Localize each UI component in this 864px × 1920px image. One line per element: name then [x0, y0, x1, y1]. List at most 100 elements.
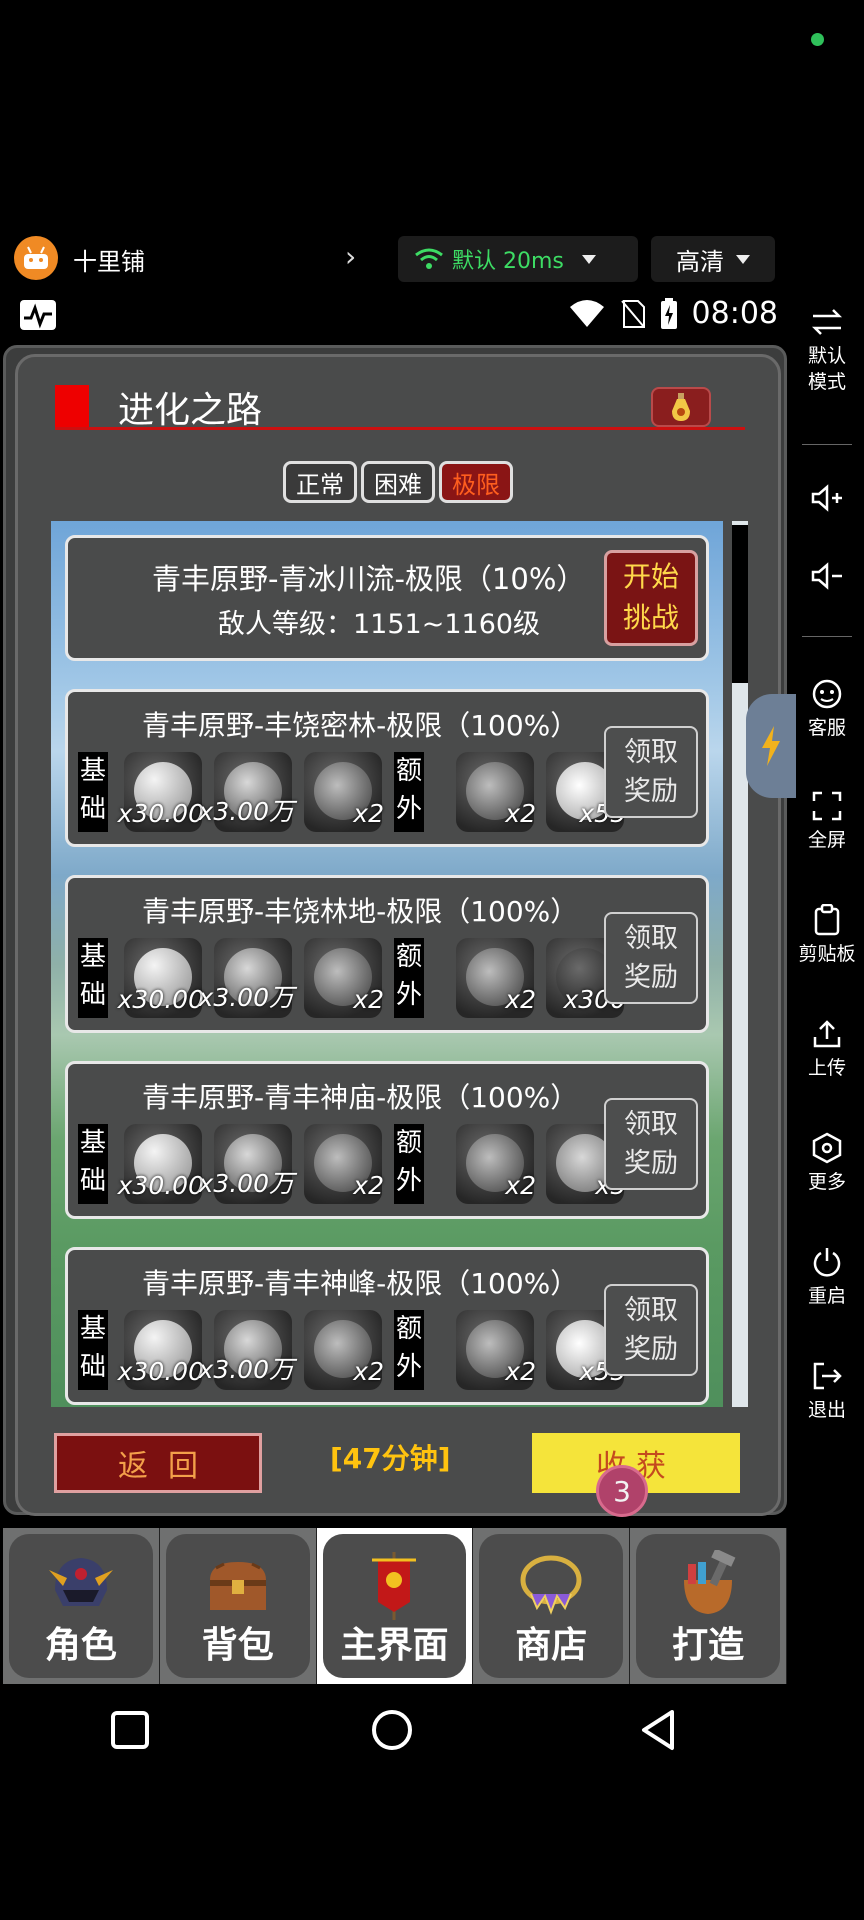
reward-slot[interactable]: x30.00: [118, 1310, 204, 1390]
game-bottom-nav: 角色 背包 主界面 商店 打造: [3, 1528, 787, 1684]
nav-backpack[interactable]: 背包: [159, 1528, 316, 1684]
side-item-label: 退出: [807, 1399, 846, 1421]
difficulty-tabs: 正常 困难 极限: [283, 461, 513, 503]
volume-up-icon: [809, 480, 845, 516]
network-selector[interactable]: 默认 20ms: [398, 236, 638, 282]
reward-slot[interactable]: x2: [456, 938, 536, 1018]
chevron-right-icon[interactable]: ›: [345, 240, 356, 273]
nav-character[interactable]: 角色: [3, 1528, 159, 1684]
cloud-top-bar: 十里铺 › 默认 20ms 高清: [0, 232, 864, 284]
status-bar: 08:08: [0, 292, 790, 342]
reward-quantity: x30.00: [117, 799, 204, 828]
side-item-clipboard[interactable]: 剪贴板: [790, 902, 864, 968]
base-reward-label: 基础: [78, 938, 108, 1018]
reward-slot[interactable]: x3.00万: [199, 752, 294, 832]
reward-slot[interactable]: x2: [304, 938, 384, 1018]
volume-down-icon: [809, 558, 845, 594]
tab-normal[interactable]: 正常: [283, 461, 357, 503]
stage-list[interactable]: 青丰原野-青冰川流-极限（10%） 敌人等级：1151~1160级 开始 挑战 …: [51, 521, 723, 1407]
evolution-panel: 进化之路 正常 困难 极限 青丰原野-青冰川流-极限（10%） 敌人等级：115…: [15, 354, 796, 1517]
fullscreen-icon: [809, 788, 845, 824]
reward-slot[interactable]: x2: [456, 1310, 536, 1390]
banner-icon: [372, 1552, 417, 1620]
nav-label: 角色: [44, 1625, 117, 1666]
reward-slot[interactable]: x3.00万: [199, 938, 294, 1018]
claim-reward-button[interactable]: 领取 奖励: [604, 1098, 698, 1190]
recent-apps-icon[interactable]: [110, 1710, 150, 1750]
reward-quantity: x3.00万: [198, 797, 294, 826]
side-item-label: 全屏: [807, 829, 846, 851]
button-text: 挑战: [622, 601, 679, 634]
nav-main[interactable]: 主界面: [316, 1528, 473, 1684]
tab-hard[interactable]: 困难: [361, 461, 435, 503]
base-reward-label: 基础: [78, 752, 108, 832]
base-reward-label: 基础: [78, 1124, 108, 1204]
extra-reward-label: 额外: [394, 1124, 424, 1204]
more-icon: [809, 1130, 845, 1166]
claim-reward-button[interactable]: 领取 奖励: [604, 726, 698, 818]
nav-craft[interactable]: 打造: [630, 1528, 786, 1684]
stage-title: 青丰原野-青丰神庙-极限（100%）: [142, 1081, 579, 1114]
reward-slot[interactable]: x2: [304, 752, 384, 832]
scrollbar-thumb[interactable]: [732, 525, 748, 683]
status-icons: 08:08: [568, 296, 778, 331]
start-challenge-button[interactable]: 开始 挑战: [604, 550, 698, 646]
chevron-down-icon: [581, 254, 596, 264]
app-android-icon[interactable]: [14, 236, 58, 280]
extra-reward-label: 额外: [394, 938, 424, 1018]
quality-label: 高清: [676, 247, 724, 276]
stage-title: 青丰原野-丰饶密林-极限（100%）: [142, 709, 579, 742]
restart-icon: [809, 1244, 845, 1280]
network-label: 默认 20ms: [452, 249, 564, 274]
reward-slot[interactable]: x2: [304, 1124, 384, 1204]
battery-charging-icon: [660, 297, 677, 329]
claim-reward-button[interactable]: 领取 奖励: [604, 912, 698, 1004]
side-item-support[interactable]: 客服: [790, 676, 864, 742]
divider: [802, 444, 852, 445]
stage-title: 青丰原野-青丰神峰-极限（100%）: [142, 1267, 579, 1300]
side-item-label: 更多: [807, 1171, 846, 1193]
reward-slot[interactable]: x2: [456, 752, 536, 832]
claim-reward-button[interactable]: 领取 奖励: [604, 1284, 698, 1376]
no-sim-icon: [620, 299, 645, 328]
side-item-mode[interactable]: 默认 模式: [790, 304, 864, 395]
reward-quantity: x2: [353, 799, 384, 828]
nav-shop[interactable]: 商店: [473, 1528, 630, 1684]
reward-quantity: x3.00万: [198, 1169, 294, 1198]
side-item-more[interactable]: 更多: [790, 1130, 864, 1196]
reward-quantity: x2: [353, 1357, 384, 1386]
back-button[interactable]: 返回: [54, 1433, 262, 1493]
reward-slot[interactable]: x3.00万: [199, 1310, 294, 1390]
reward-card: 青丰原野-丰饶林地-极限（100%）基础额外 x30.00 x3.00万 x2 x2 x3…: [65, 875, 709, 1033]
android-nav-bar: [0, 1700, 790, 1760]
reward-card: 青丰原野-青丰神庙-极限（100%）基础额外x30.00x3.00万x2x2x5…: [65, 1061, 709, 1219]
side-item-upload[interactable]: 上传: [790, 1016, 864, 1082]
tab-extreme[interactable]: 极限: [439, 461, 513, 503]
potion-button[interactable]: [651, 387, 711, 427]
necklace-icon: [520, 1555, 582, 1615]
clipboard-icon: [809, 902, 845, 938]
forge-bag-icon: [684, 1550, 736, 1614]
wifi-icon: [569, 299, 604, 327]
side-item-restart[interactable]: 重启: [790, 1244, 864, 1310]
reward-quantity: x3.00万: [198, 1355, 294, 1384]
app-name[interactable]: 十里铺: [73, 242, 145, 277]
reward-slot[interactable]: x30.00: [118, 752, 204, 832]
side-item-exit[interactable]: 退出: [790, 1358, 864, 1424]
side-item-label: 上传: [807, 1057, 846, 1079]
reward-slot[interactable]: x2: [456, 1124, 536, 1204]
reward-quantity: x2: [353, 1171, 384, 1200]
clock: 08:08: [691, 296, 778, 331]
reward-slot[interactable]: x2: [304, 1310, 384, 1390]
challenge-title: 青丰原野-青冰川流-极限（10%）: [152, 562, 586, 596]
home-icon[interactable]: [370, 1708, 414, 1752]
quick-side-tab[interactable]: [746, 694, 796, 798]
back-icon[interactable]: [638, 1708, 678, 1752]
reward-slot[interactable]: x30.00: [118, 938, 204, 1018]
side-item-volume-up[interactable]: [790, 480, 864, 520]
side-item-fullscreen[interactable]: 全屏: [790, 788, 864, 854]
reward-slot[interactable]: x30.00: [118, 1124, 204, 1204]
quality-selector[interactable]: 高清: [651, 236, 775, 282]
side-item-volume-down[interactable]: [790, 558, 864, 598]
reward-slot[interactable]: x3.00万: [199, 1124, 294, 1204]
